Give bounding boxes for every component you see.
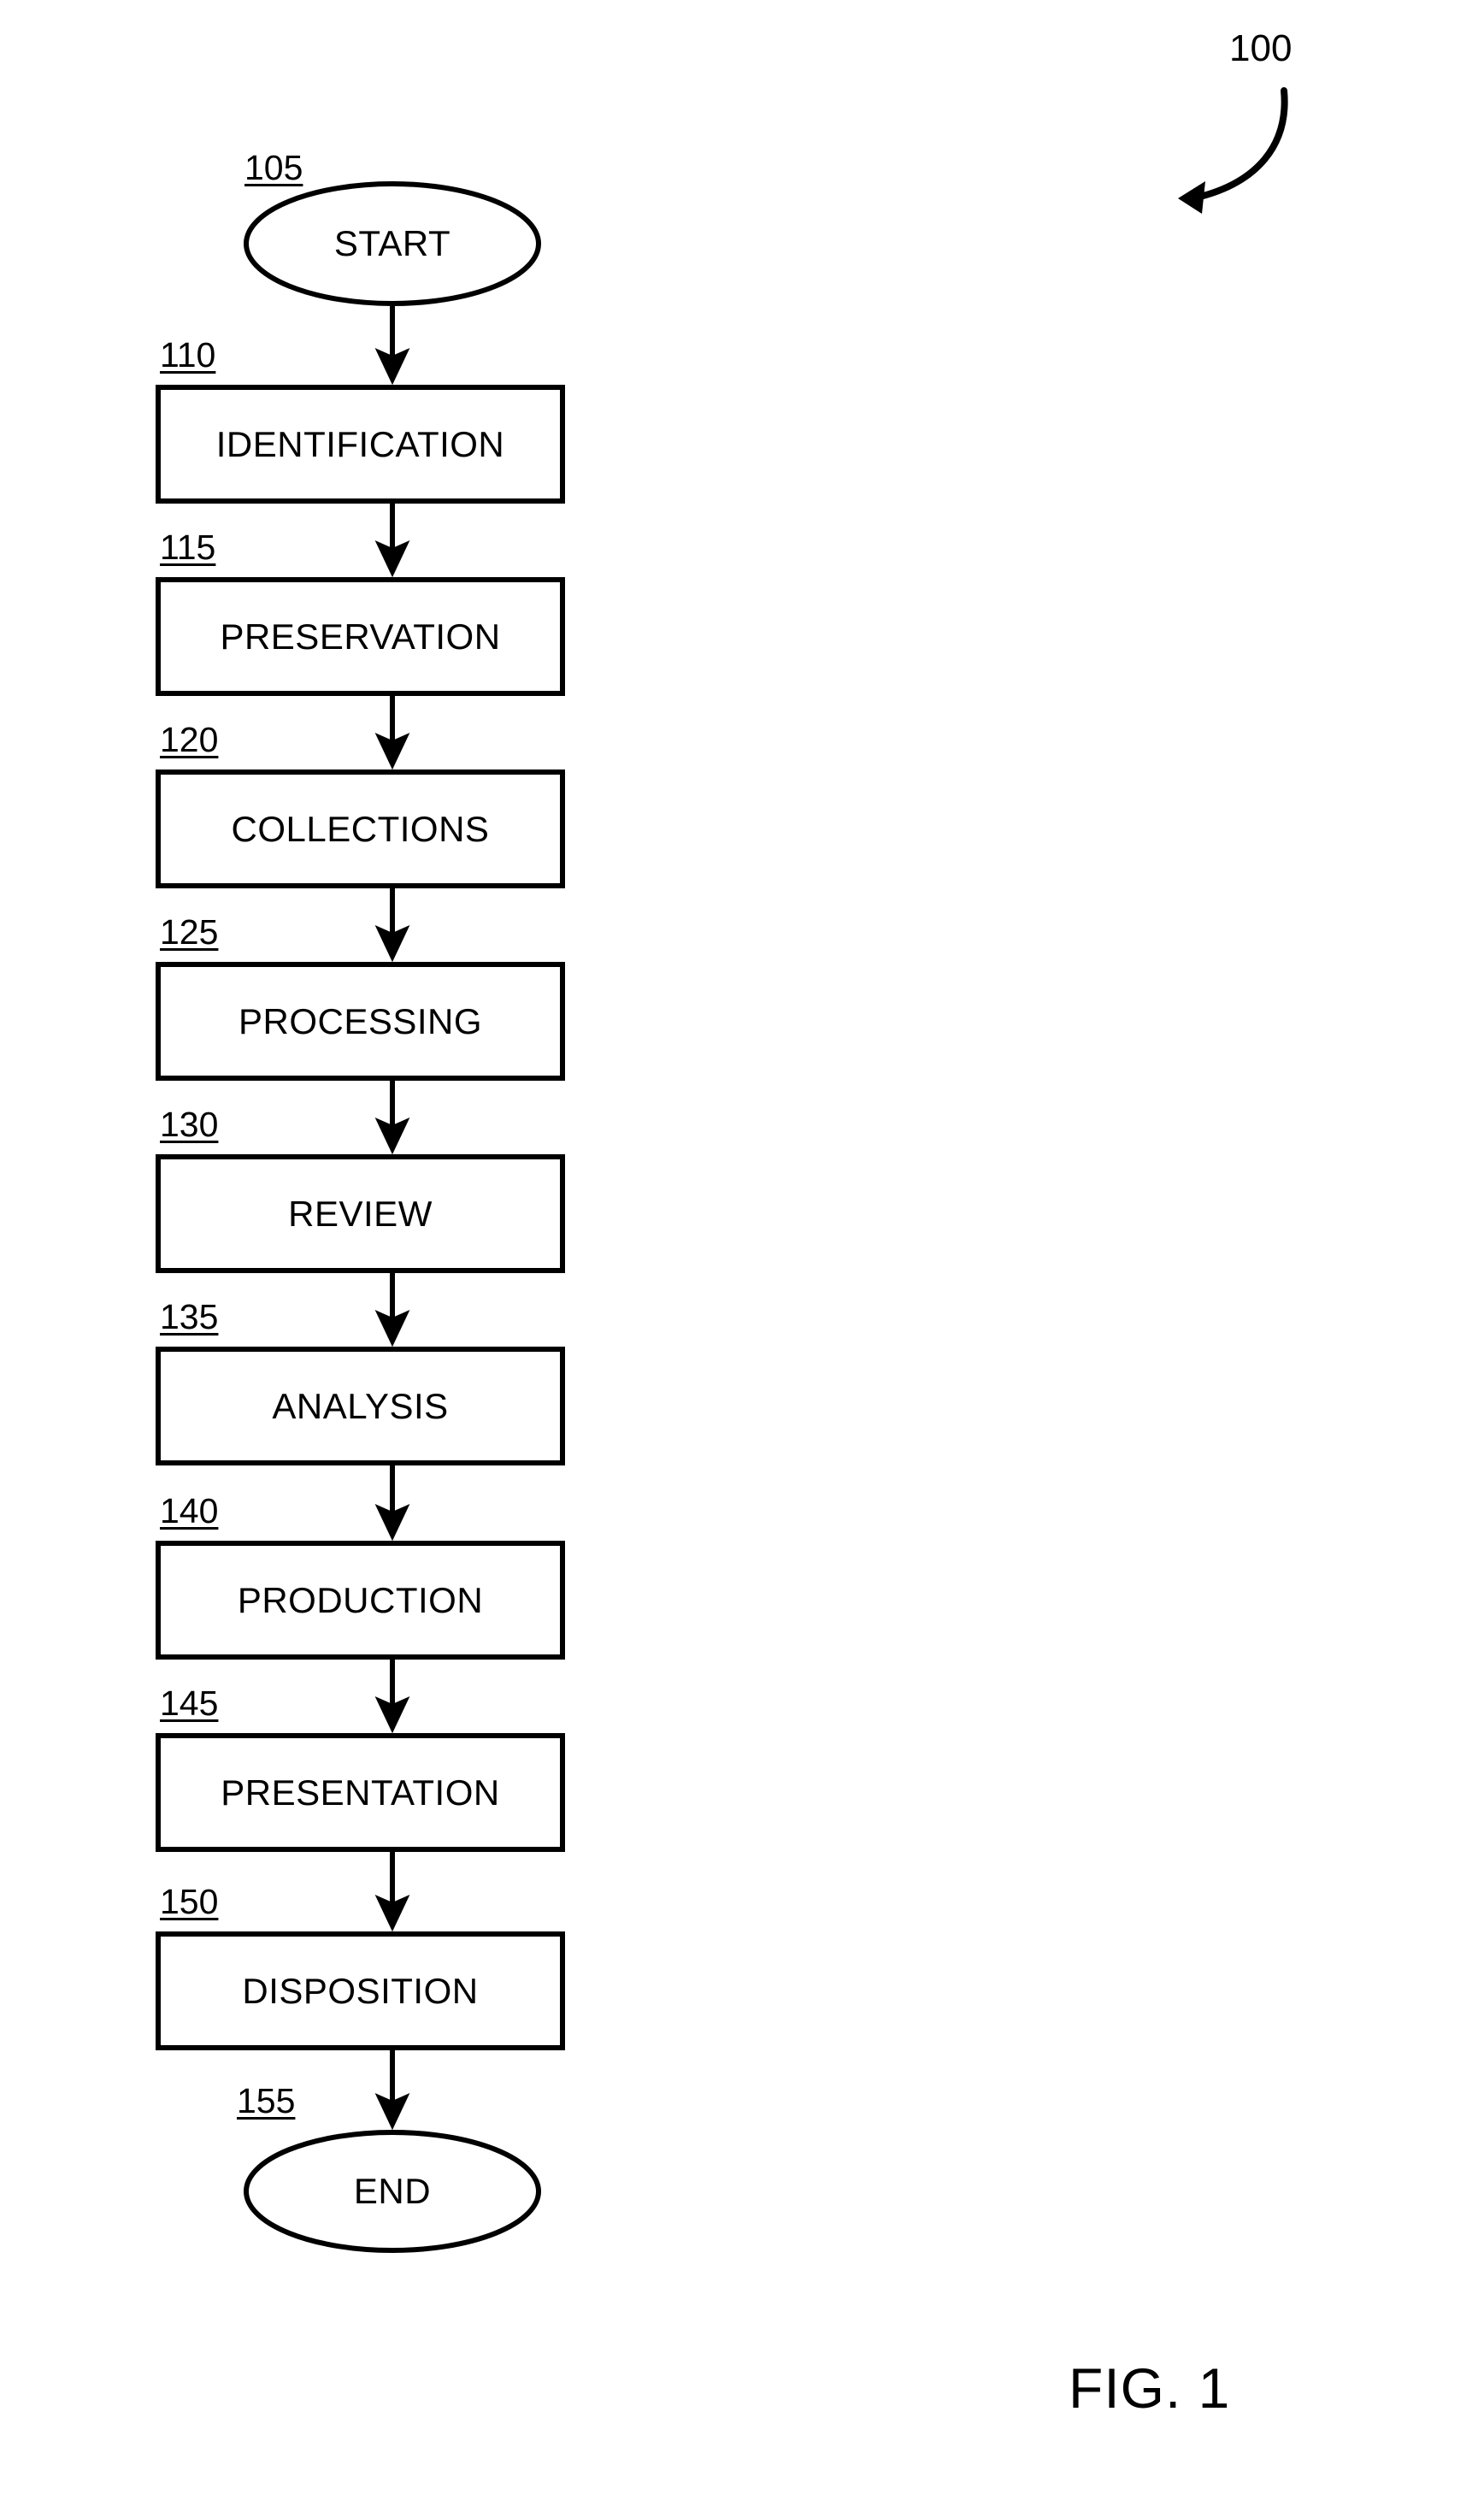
node-label-processing: PROCESSING (238, 1000, 483, 1041)
ref-number-125: 125 (160, 912, 219, 952)
ref-number-115: 115 (160, 528, 216, 567)
node-label-start: START (333, 223, 451, 263)
system-reference-arrowhead (1178, 181, 1205, 214)
system-reference-leader-arrow (1193, 87, 1288, 201)
node-label-disposition: DISPOSITION (242, 1970, 479, 2011)
figure-caption: FIG. 1 (1069, 2356, 1231, 2420)
node-label-collections: COLLECTIONS (231, 808, 490, 849)
node-label-preservation: PRESERVATION (220, 616, 501, 657)
ref-number-155: 155 (237, 2081, 296, 2120)
ref-number-105: 105 (244, 148, 303, 187)
ref-number-145: 145 (160, 1684, 219, 1723)
node-label-analysis: ANALYSIS (272, 1385, 449, 1426)
node-label-presentation: PRESENTATION (221, 1772, 500, 1813)
node-label-end: END (353, 2171, 432, 2211)
system-reference-number: 100 (1229, 27, 1293, 69)
ref-number-130: 130 (160, 1105, 219, 1144)
ref-number-140: 140 (160, 1491, 219, 1530)
ref-number-150: 150 (160, 1882, 219, 1921)
ref-number-120: 120 (160, 720, 219, 759)
ref-number-135: 135 (160, 1297, 219, 1336)
node-label-production: PRODUCTION (237, 1579, 484, 1620)
node-label-review: REVIEW (288, 1193, 433, 1234)
node-label-identification: IDENTIFICATION (215, 423, 505, 464)
patent-figure-page: 100 105 110 115 120 125 130 135 140 145 … (0, 0, 1484, 2512)
ref-number-110: 110 (160, 335, 216, 374)
